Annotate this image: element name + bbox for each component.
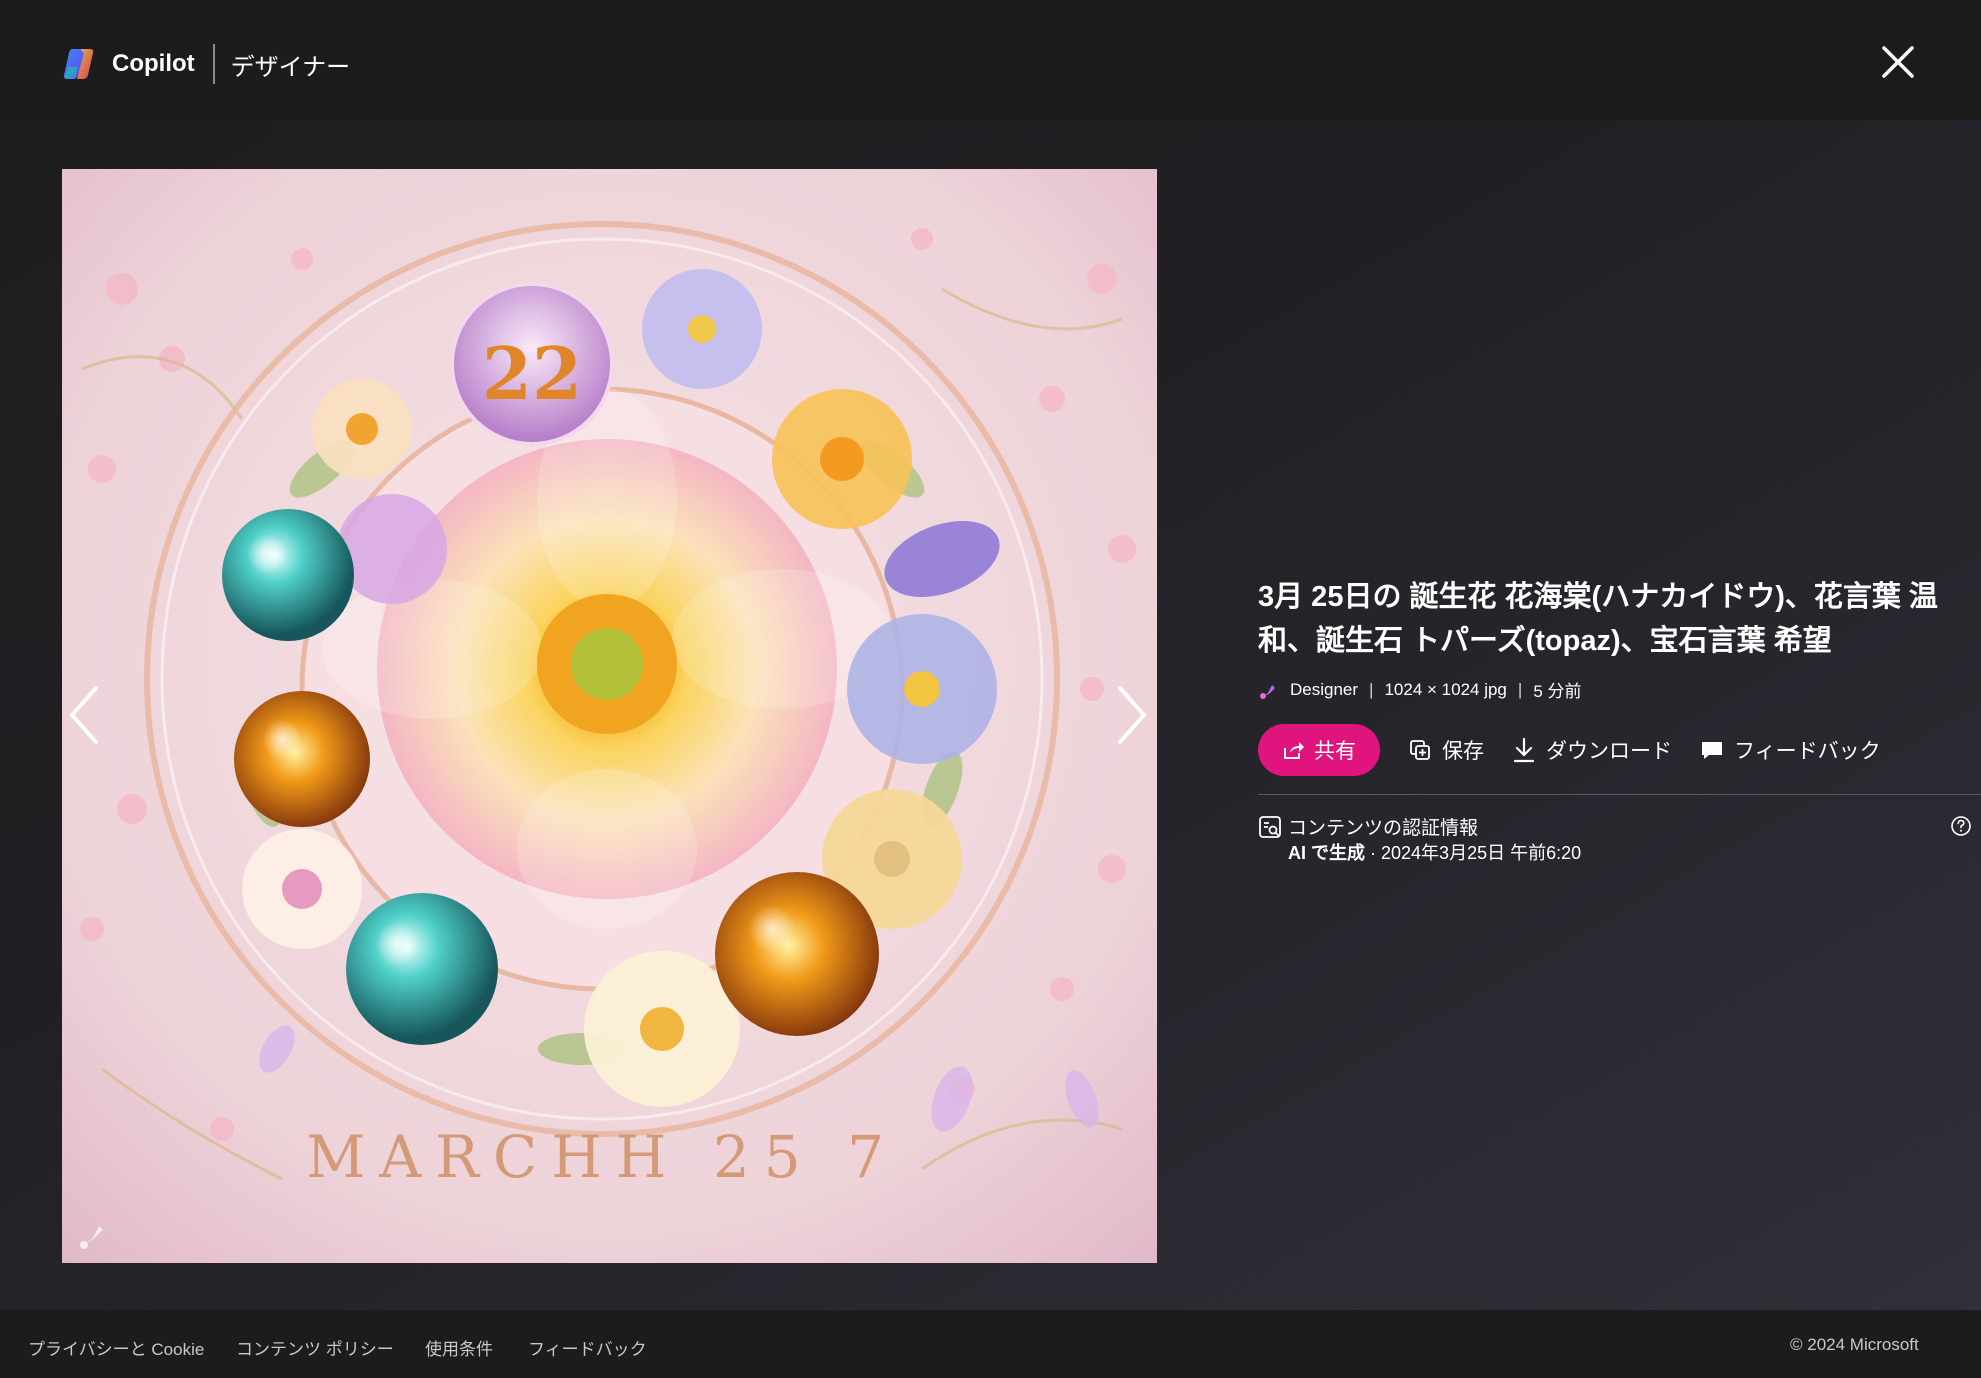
divider	[1258, 794, 1981, 795]
image-viewer-page: Copilot デザイナー 22 MARCHH 25 7 3月 25日の 誕生花…	[0, 0, 1981, 1378]
image-caption-text: MARCHH 25 7	[306, 1123, 898, 1191]
gem-number: 22	[482, 331, 582, 416]
brand-name: Copilot	[112, 50, 195, 77]
copyright: © 2024 Microsoft	[1790, 1335, 1919, 1354]
generated-image[interactable]: 22 MARCHH 25 7	[62, 169, 1157, 1263]
floral-artwork: 22 MARCHH 25 7	[62, 169, 1157, 1263]
save-label: 保存	[1442, 740, 1484, 763]
footer-link-privacy[interactable]: プライバシーと Cookie	[28, 1335, 204, 1360]
brand[interactable]: Copilot デザイナー	[62, 44, 350, 84]
copilot-logo-icon	[63, 49, 94, 79]
footer-link-feedback[interactable]: フィードバック	[528, 1335, 647, 1360]
footer-link-content-policy[interactable]: コンテンツ ポリシー	[236, 1335, 394, 1360]
ai-generated-label: AI で生成	[1288, 843, 1366, 863]
footer-link-terms[interactable]: 使用条件	[425, 1335, 493, 1360]
meta-separator: |	[1369, 679, 1374, 699]
brand-separator	[212, 44, 215, 84]
meta-creator: Designer	[1290, 679, 1359, 699]
feedback-label: フィードバック	[1734, 740, 1881, 763]
download-icon	[1513, 737, 1535, 763]
download-label: ダウンロード	[1546, 740, 1672, 763]
brand-section: デザイナー	[230, 53, 351, 81]
credentials-title: コンテンツの認証情報	[1288, 818, 1479, 839]
image-details-panel: 3月 25日の 誕生花 花海棠(ハナカイドウ)、花言葉 温和、誕生石 トパーズ(…	[1258, 575, 1981, 865]
content-credentials-icon	[1259, 816, 1281, 838]
save-to-collection-icon	[1410, 740, 1430, 760]
share-label: 共有	[1314, 740, 1356, 763]
credentials-info: AI で生成 · 2024年3月25日 午前6:20	[1288, 839, 1581, 865]
chevron-left-icon[interactable]	[62, 680, 106, 750]
share-button[interactable]: 共有	[1258, 724, 1380, 776]
header: Copilot デザイナー	[0, 0, 1981, 120]
feedback-button[interactable]: フィードバック	[1700, 735, 1881, 765]
close-icon[interactable]	[1876, 40, 1920, 84]
save-button[interactable]: 保存	[1408, 735, 1484, 765]
download-button[interactable]: ダウンロード	[1512, 735, 1672, 765]
content-credentials: コンテンツの認証情報 AI で生成 · 2024年3月25日 午前6:20	[1258, 813, 1981, 865]
footer: プライバシーと Cookie コンテンツ ポリシー 使用条件 フィードバック ©…	[0, 1310, 1981, 1378]
meta-dimensions: 1024 × 1024 jpg	[1384, 679, 1507, 699]
meta-separator: |	[1517, 679, 1523, 699]
help-icon[interactable]	[1950, 815, 1972, 837]
credentials-timestamp: · 2024年3月25日 午前6:20	[1365, 843, 1582, 863]
image-meta: Designer | 1024 × 1024 jpg | 5 分前	[1258, 677, 1981, 702]
feedback-icon	[1702, 742, 1722, 759]
share-icon	[1284, 742, 1304, 759]
action-bar: 共有 保存 ダウンロード フィードバック	[1258, 724, 1981, 776]
meta-time: 5 分前	[1533, 682, 1582, 701]
chevron-right-icon[interactable]	[1110, 680, 1154, 750]
designer-watermark-icon	[80, 1226, 103, 1249]
image-title: 3月 25日の 誕生花 花海棠(ハナカイドウ)、花言葉 温和、誕生石 トパーズ(…	[1258, 581, 1938, 657]
designer-icon	[1260, 684, 1275, 699]
